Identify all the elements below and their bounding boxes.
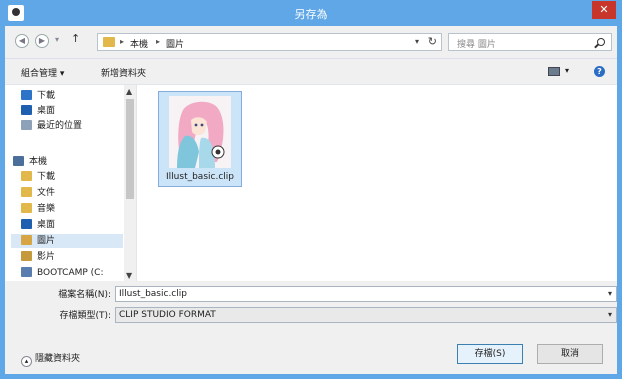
new-folder-button[interactable]: 新增資料夾 xyxy=(101,66,146,79)
sidebar-item-downloads[interactable]: 下載 xyxy=(21,89,121,103)
sidebar-scrollbar[interactable]: ▲ ▼ xyxy=(124,85,136,282)
save-form: 檔案名稱(N): Illust_basic.clip ▾ 存檔類型(T): CL… xyxy=(5,281,617,374)
downloads-icon xyxy=(21,171,32,181)
view-options-dropdown[interactable]: ▾ xyxy=(565,66,569,75)
save-as-dialog: 另存為 ✕ ◀ ▶ ▾ ↑ ▸ 本機 ▸ 圖片 ▾ ↻ 搜尋 圖片 組合管理 ▾… xyxy=(0,0,622,379)
hide-folders-label: 隱藏資料夾 xyxy=(35,354,81,364)
chevron-down-icon[interactable]: ▾ xyxy=(608,287,612,301)
sidebar-item-music[interactable]: 音樂 xyxy=(21,202,121,216)
file-list: Illust_basic.clip xyxy=(138,85,617,282)
filename-field[interactable]: Illust_basic.clip ▾ xyxy=(115,286,617,302)
sidebar-item-videos[interactable]: 影片 xyxy=(21,250,121,264)
organize-menu[interactable]: 組合管理 ▾ xyxy=(21,66,64,79)
close-button[interactable]: ✕ xyxy=(592,1,616,19)
chevron-right-icon: ▸ xyxy=(120,37,125,46)
arrow-right-icon: ▶ xyxy=(38,36,46,45)
sidebar-item-bootcamp[interactable]: BOOTCAMP (C: xyxy=(21,266,121,280)
chevron-right-icon: ▸ xyxy=(156,37,161,46)
filename-label: 檔案名稱(N): xyxy=(58,290,111,300)
scrollbar-thumb[interactable] xyxy=(126,99,134,199)
filetype-select[interactable]: CLIP STUDIO FORMAT ▾ xyxy=(115,307,617,323)
desktop-icon xyxy=(21,219,32,229)
recent-locations-dropdown[interactable]: ▾ xyxy=(55,35,59,44)
change-view-icon[interactable] xyxy=(548,67,560,76)
pictures-folder-icon xyxy=(103,37,115,47)
filetype-value: CLIP STUDIO FORMAT xyxy=(119,310,216,320)
help-icon[interactable]: ? xyxy=(594,66,605,77)
desktop-icon xyxy=(21,105,32,115)
sidebar-item-this-pc[interactable]: 本機 xyxy=(13,155,113,169)
sidebar-item-downloads-pc[interactable]: 下載 xyxy=(21,170,121,184)
search-box[interactable]: 搜尋 圖片 xyxy=(448,33,612,51)
sidebar-item-pictures[interactable]: 圖片 xyxy=(11,234,123,248)
documents-icon xyxy=(21,187,32,197)
arrow-left-icon: ◀ xyxy=(18,36,26,45)
navigation-bar: ◀ ▶ ▾ ↑ ▸ 本機 ▸ 圖片 ▾ ↻ 搜尋 圖片 xyxy=(5,26,617,58)
sidebar-item-recent-places[interactable]: 最近的位置 xyxy=(21,119,121,133)
navigation-pane: 下載 桌面 最近的位置 本機 下載 文件 音樂 桌面 圖片 影片 BOOTCAM… xyxy=(5,85,137,282)
sidebar-item-documents[interactable]: 文件 xyxy=(21,186,121,200)
dialog-title: 另存為 xyxy=(294,8,328,21)
refresh-icon[interactable]: ↻ xyxy=(428,35,437,48)
recent-places-icon xyxy=(21,120,32,130)
filetype-label: 存檔類型(T): xyxy=(59,311,111,321)
sidebar-item-desktop-pc[interactable]: 桌面 xyxy=(21,218,121,232)
search-placeholder: 搜尋 圖片 xyxy=(457,40,496,50)
scroll-down-icon[interactable]: ▼ xyxy=(126,271,132,280)
breadcrumb-this-pc[interactable]: 本機 xyxy=(130,37,148,50)
dialog-body: ◀ ▶ ▾ ↑ ▸ 本機 ▸ 圖片 ▾ ↻ 搜尋 圖片 組合管理 ▾ 新增資料夾… xyxy=(5,26,617,374)
pictures-icon xyxy=(21,235,32,245)
cancel-button[interactable]: 取消 xyxy=(537,344,603,364)
downloads-icon xyxy=(21,90,32,100)
search-icon[interactable] xyxy=(597,38,605,46)
address-bar[interactable]: ▸ 本機 ▸ 圖片 ▾ ↻ xyxy=(97,33,442,51)
browser-panes: 下載 桌面 最近的位置 本機 下載 文件 音樂 桌面 圖片 影片 BOOTCAM… xyxy=(5,84,617,282)
file-item[interactable]: Illust_basic.clip xyxy=(158,91,242,187)
sidebar-item-desktop[interactable]: 桌面 xyxy=(21,104,121,118)
forward-button[interactable]: ▶ xyxy=(35,34,49,48)
breadcrumb-pictures[interactable]: 圖片 xyxy=(166,37,184,50)
music-icon xyxy=(21,203,32,213)
scroll-up-icon[interactable]: ▲ xyxy=(126,87,132,96)
file-name-label: Illust_basic.clip xyxy=(166,172,234,182)
title-bar[interactable]: 另存為 ✕ xyxy=(0,0,622,26)
illustration-thumbnail-image xyxy=(169,96,231,168)
hide-folders-toggle[interactable]: ▴ 隱藏資料夾 xyxy=(21,351,80,367)
drive-icon xyxy=(21,267,32,277)
address-history-dropdown[interactable]: ▾ xyxy=(415,37,419,46)
command-bar: 組合管理 ▾ 新增資料夾 ▾ ? xyxy=(5,58,617,84)
this-pc-icon xyxy=(13,156,24,166)
up-button[interactable]: ↑ xyxy=(71,32,80,45)
chevron-down-icon[interactable]: ▾ xyxy=(608,308,612,322)
illustration-thumbnail xyxy=(169,96,231,168)
chevron-up-icon: ▴ xyxy=(21,356,32,367)
back-button[interactable]: ◀ xyxy=(15,34,29,48)
videos-icon xyxy=(21,251,32,261)
save-button[interactable]: 存檔(S) xyxy=(457,344,523,364)
filename-value: Illust_basic.clip xyxy=(119,289,187,299)
